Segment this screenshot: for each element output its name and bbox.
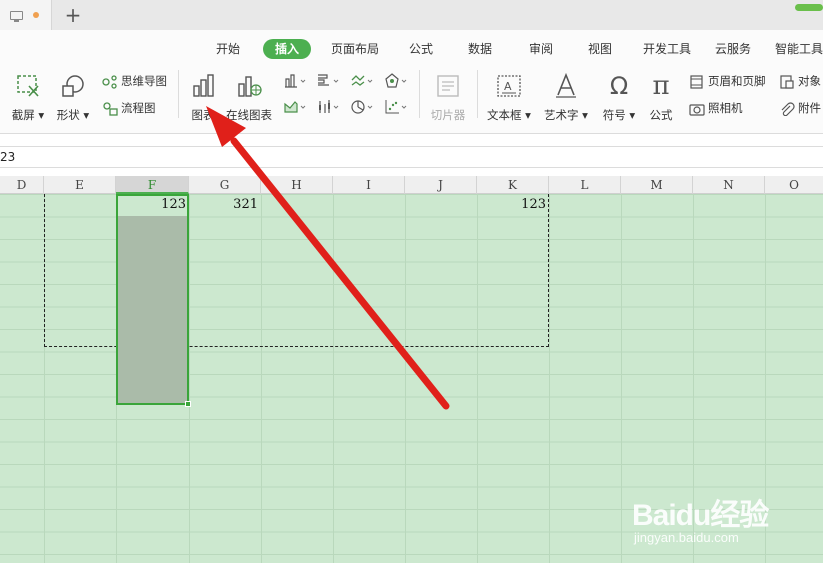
symbol-button[interactable]: Ω 符号 ▾ [600, 72, 638, 122]
monitor-icon [10, 11, 23, 22]
ribbon-separator [477, 70, 478, 118]
slicer-button[interactable]: 切片器 [428, 72, 468, 122]
mindmap-button[interactable]: 思维导图 [102, 73, 167, 89]
menu-home[interactable]: 开始 [216, 39, 240, 59]
menu-formulas[interactable]: 公式 [409, 39, 433, 59]
slicer-label: 切片器 [430, 108, 466, 122]
chart-button[interactable]: 图表 [186, 72, 220, 122]
stock-chart-dropdown-icon[interactable] [316, 98, 340, 116]
scatter-chart-dropdown-icon[interactable] [384, 98, 408, 116]
document-tab[interactable] [0, 0, 52, 30]
symbol-label: 符号 ▾ [602, 108, 636, 122]
watermark-brand: Baidu经验 [632, 499, 769, 532]
wordart-label: 艺术字 ▾ [544, 108, 588, 122]
online-chart-button[interactable]: 在线图表 [224, 72, 274, 122]
ribbon-separator [178, 70, 179, 118]
attachment-label: 附件 [798, 101, 821, 115]
new-tab-button[interactable]: + [62, 3, 84, 27]
header-footer-label: 页眉和页脚 [708, 74, 766, 88]
grid-line [549, 194, 550, 563]
bar-chart-icon [193, 74, 214, 97]
formula-bar-value: 23 [0, 150, 16, 164]
baidu-watermark: Baidu经验 jingyan.baidu.com [630, 488, 820, 558]
cell-f1[interactable]: 123 [118, 197, 186, 212]
cell-g1[interactable]: 321 [190, 197, 258, 212]
equation-button[interactable]: π 公式 [644, 72, 678, 122]
fill-handle[interactable] [185, 401, 191, 407]
grid-line [621, 194, 622, 563]
camera-button[interactable]: 照相机 [689, 100, 743, 116]
online-chart-icon [238, 76, 262, 97]
wordart-button[interactable]: 艺术字 ▾ [541, 72, 591, 122]
screenshot-icon [17, 75, 39, 97]
column-header-i[interactable]: I [333, 176, 405, 194]
line-chart-dropdown-icon[interactable] [350, 72, 374, 90]
object-icon [780, 74, 794, 89]
ribbon-separator [419, 70, 420, 118]
chart-label: 图表 [191, 108, 215, 122]
menu-insert[interactable]: 插入 [263, 39, 312, 59]
pie-chart-dropdown-icon[interactable] [350, 98, 374, 116]
formula-bar[interactable]: 23 [0, 146, 823, 168]
selected-range[interactable] [116, 194, 189, 405]
column-chart-dropdown-icon[interactable] [283, 72, 307, 90]
column-header-h[interactable]: H [261, 176, 333, 194]
camera-label: 照相机 [708, 101, 743, 115]
menu-data[interactable]: 数据 [468, 39, 492, 59]
omega-icon: Ω [609, 72, 629, 100]
screenshot-button[interactable]: 截屏 ▾ [8, 72, 48, 122]
column-header-e[interactable]: E [44, 176, 116, 194]
shape-label: 形状 ▾ [56, 108, 90, 122]
textbox-button[interactable]: A 文本框 ▾ [484, 72, 534, 122]
slicer-icon [437, 75, 459, 97]
screenshot-label: 截屏 ▾ [11, 108, 45, 122]
title-tab-strip: + [0, 0, 823, 30]
shape-icon [62, 75, 84, 97]
column-header-o[interactable]: O [765, 176, 823, 194]
header-footer-icon [690, 74, 703, 89]
column-header-d[interactable]: D [0, 176, 44, 194]
column-headers: D E F G H I J K L M N O [0, 176, 823, 194]
online-chart-label: 在线图表 [226, 108, 272, 122]
equation-label: 公式 [649, 108, 673, 122]
attachment-button[interactable]: 附件 [779, 100, 821, 116]
menu-developer[interactable]: 开发工具 [643, 39, 691, 59]
mindmap-icon [102, 74, 117, 89]
column-header-j[interactable]: J [405, 176, 477, 194]
status-indicator-icon [795, 4, 823, 11]
camera-icon [689, 103, 705, 116]
textbox-label: 文本框 ▾ [487, 108, 531, 122]
radar-chart-dropdown-icon[interactable] [384, 72, 408, 90]
menu-review[interactable]: 审阅 [529, 39, 553, 59]
menu-page-layout[interactable]: 页面布局 [331, 39, 379, 59]
object-button[interactable]: 对象 [779, 73, 821, 89]
wordart-icon [556, 72, 576, 98]
flowchart-icon [103, 101, 118, 116]
menu-cloud-service[interactable]: 云服务 [715, 39, 751, 59]
area-chart-dropdown-icon[interactable] [283, 98, 307, 116]
object-label: 对象 [798, 74, 821, 88]
column-header-l[interactable]: L [549, 176, 621, 194]
shape-button[interactable]: 形状 ▾ [53, 72, 93, 122]
flowchart-label: 流程图 [121, 101, 156, 115]
textbox-icon: A [497, 75, 521, 97]
column-header-m[interactable]: M [621, 176, 693, 194]
menu-smart-tools[interactable]: 智能工具 [775, 39, 823, 59]
column-header-n[interactable]: N [693, 176, 765, 194]
cell-k1[interactable]: 123 [478, 197, 546, 212]
pi-icon: π [652, 71, 670, 101]
unsaved-dot-icon [33, 12, 39, 18]
header-footer-button[interactable]: 页眉和页脚 [689, 73, 766, 89]
column-header-g[interactable]: G [189, 176, 261, 194]
flowchart-button[interactable]: 流程图 [102, 100, 156, 116]
bar-chart-dropdown-icon[interactable] [316, 72, 340, 90]
paperclip-icon [781, 101, 795, 116]
column-header-k[interactable]: K [477, 176, 549, 194]
menu-view[interactable]: 视图 [588, 39, 612, 59]
column-header-f[interactable]: F [116, 176, 189, 194]
ribbon: 开始 插入 页面布局 公式 数据 审阅 视图 开发工具 云服务 智能工具 截屏 … [0, 30, 823, 134]
svg-text:A: A [504, 80, 512, 93]
mindmap-label: 思维导图 [121, 74, 167, 88]
watermark-site: jingyan.baidu.com [634, 530, 739, 545]
